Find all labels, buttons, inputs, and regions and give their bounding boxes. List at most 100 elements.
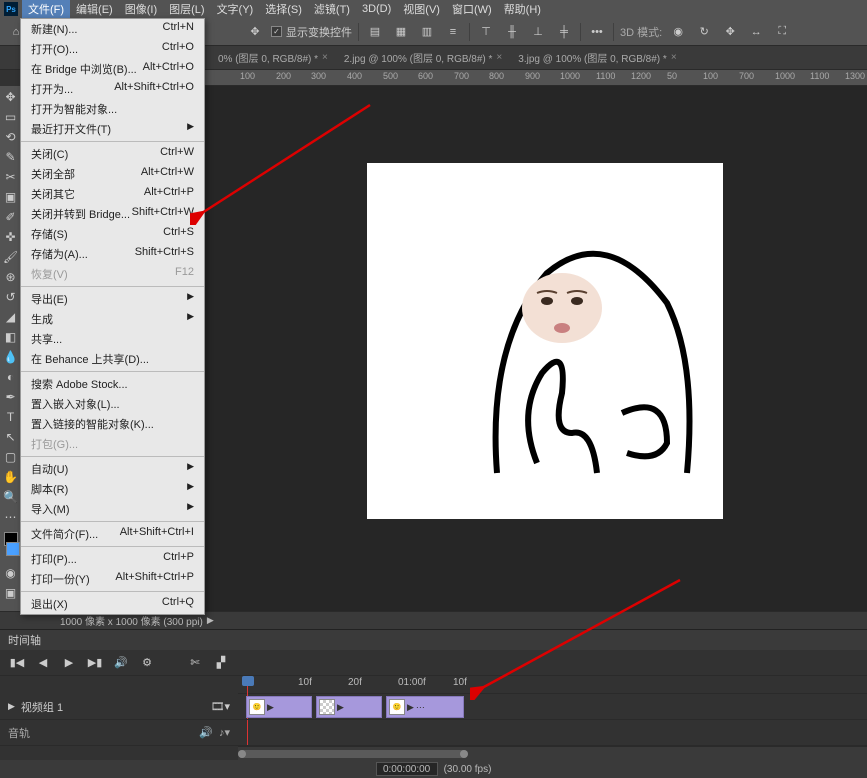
- audio-track-row[interactable]: 音轨 🔊♪▾: [0, 720, 238, 746]
- screenmode-icon[interactable]: ▣: [2, 584, 20, 602]
- menu-type[interactable]: 文字(Y): [211, 0, 260, 19]
- timeline-tab[interactable]: 时间轴: [0, 630, 867, 650]
- 3d-slide-icon[interactable]: ↔: [746, 22, 766, 42]
- 3d-orbit-icon[interactable]: ◉: [668, 22, 688, 42]
- transition-icon[interactable]: ▞: [212, 654, 230, 672]
- align-right-icon[interactable]: ▥: [417, 22, 437, 42]
- menu-item[interactable]: 导入(M)▶: [21, 499, 204, 519]
- show-transform-check[interactable]: ✓显示变换控件: [271, 24, 352, 40]
- 3d-scale-icon[interactable]: ⛶: [772, 22, 792, 42]
- tab-3[interactable]: 3.jpg @ 100% (图层 0, RGB/8#) *×: [510, 46, 684, 69]
- menu-item[interactable]: 新建(N)...Ctrl+N: [21, 19, 204, 39]
- brush-tool-icon[interactable]: 🖌: [2, 248, 20, 266]
- healing-tool-icon[interactable]: ✜: [2, 228, 20, 246]
- menu-item[interactable]: 在 Bridge 中浏览(B)...Alt+Ctrl+O: [21, 59, 204, 79]
- first-frame-icon[interactable]: ▮◀: [8, 654, 26, 672]
- menu-item[interactable]: 关闭其它Alt+Ctrl+P: [21, 184, 204, 204]
- scissors-icon[interactable]: ✄: [186, 654, 204, 672]
- menu-item[interactable]: 文件简介(F)...Alt+Shift+Ctrl+I: [21, 524, 204, 544]
- menu-item[interactable]: 关闭全部Alt+Ctrl+W: [21, 164, 204, 184]
- align-vcenter-icon[interactable]: ╫: [502, 22, 522, 42]
- menu-item[interactable]: 关闭并转到 Bridge...Shift+Ctrl+W: [21, 204, 204, 224]
- align-left-icon[interactable]: ▤: [365, 22, 385, 42]
- filmstrip-icon[interactable]: 🎞▾: [211, 700, 231, 713]
- chevron-right-icon[interactable]: ▶: [407, 702, 414, 713]
- stamp-tool-icon[interactable]: ⊛: [2, 268, 20, 286]
- shape-tool-icon[interactable]: ▢: [2, 448, 20, 466]
- history-brush-tool-icon[interactable]: ↺: [2, 288, 20, 306]
- menu-item[interactable]: 生成▶: [21, 309, 204, 329]
- blur-tool-icon[interactable]: 💧: [2, 348, 20, 366]
- video-track-row[interactable]: ▶ 视频组 1 🎞▾: [0, 694, 238, 720]
- menu-item[interactable]: 导出(E)▶: [21, 289, 204, 309]
- menu-item[interactable]: 退出(X)Ctrl+Q: [21, 594, 204, 614]
- eyedropper-tool-icon[interactable]: ✐: [2, 208, 20, 226]
- menu-item[interactable]: 存储为(A)...Shift+Ctrl+S: [21, 244, 204, 264]
- menu-edit[interactable]: 编辑(E): [70, 0, 119, 19]
- hand-tool-icon[interactable]: ✋: [2, 468, 20, 486]
- menu-help[interactable]: 帮助(H): [498, 0, 547, 19]
- menu-item[interactable]: 最近打开文件(T)▶: [21, 119, 204, 139]
- timeline-lanes[interactable]: 🙂▶ ▶ 🙂▶⋯: [238, 694, 867, 746]
- menu-item[interactable]: 打开为...Alt+Shift+Ctrl+O: [21, 79, 204, 99]
- close-icon[interactable]: ×: [322, 52, 328, 63]
- menu-item[interactable]: 在 Behance 上共享(D)...: [21, 349, 204, 369]
- close-icon[interactable]: ×: [671, 52, 677, 63]
- move-tool-preset-icon[interactable]: ✥: [245, 22, 265, 42]
- audio-mute-icon[interactable]: 🔊: [112, 654, 130, 672]
- canvas[interactable]: [367, 163, 723, 519]
- pen-tool-icon[interactable]: ✒: [2, 388, 20, 406]
- quickmask-icon[interactable]: ◉: [2, 564, 20, 582]
- path-select-tool-icon[interactable]: ↖: [2, 428, 20, 446]
- crop-tool-icon[interactable]: ✂: [2, 168, 20, 186]
- distribute-icon[interactable]: ≡: [443, 22, 463, 42]
- menu-item[interactable]: 置入嵌入对象(L)...: [21, 394, 204, 414]
- eraser-tool-icon[interactable]: ◢: [2, 308, 20, 326]
- 3d-pan-icon[interactable]: ✥: [720, 22, 740, 42]
- menu-select[interactable]: 选择(S): [259, 0, 308, 19]
- marquee-tool-icon[interactable]: ▭: [2, 108, 20, 126]
- dodge-tool-icon[interactable]: ◐: [2, 368, 20, 386]
- type-tool-icon[interactable]: T: [2, 408, 20, 426]
- next-frame-icon[interactable]: ▶▮: [86, 654, 104, 672]
- clip-2[interactable]: ▶: [316, 696, 382, 718]
- timeline-ruler[interactable]: 10f20f01:00f10f: [238, 676, 867, 694]
- menu-item[interactable]: 打开为智能对象...: [21, 99, 204, 119]
- chevron-right-icon[interactable]: ▶: [207, 615, 214, 626]
- clip-1[interactable]: 🙂▶: [246, 696, 312, 718]
- chevron-right-icon[interactable]: ▶: [337, 702, 344, 713]
- zoom-tool-icon[interactable]: 🔍: [2, 488, 20, 506]
- align-hcenter-icon[interactable]: ╪: [554, 22, 574, 42]
- time-input[interactable]: [376, 762, 438, 776]
- chevron-right-icon[interactable]: ▶: [8, 701, 15, 712]
- menu-item[interactable]: 脚本(R)▶: [21, 479, 204, 499]
- align-center-icon[interactable]: ▦: [391, 22, 411, 42]
- more-icon[interactable]: ⋯: [416, 702, 425, 713]
- quick-select-tool-icon[interactable]: ✎: [2, 148, 20, 166]
- menu-3d[interactable]: 3D(D): [356, 1, 397, 17]
- play-icon[interactable]: ▶: [60, 654, 78, 672]
- lasso-tool-icon[interactable]: ⟲: [2, 128, 20, 146]
- video-lane[interactable]: 🙂▶ ▶ 🙂▶⋯: [238, 694, 867, 720]
- close-icon[interactable]: ×: [496, 52, 502, 63]
- frame-tool-icon[interactable]: ▣: [2, 188, 20, 206]
- menu-filter[interactable]: 滤镜(T): [308, 0, 356, 19]
- align-top-icon[interactable]: ⊤: [476, 22, 496, 42]
- gradient-tool-icon[interactable]: ◧: [2, 328, 20, 346]
- menu-item[interactable]: 搜索 Adobe Stock...: [21, 374, 204, 394]
- background-swatch[interactable]: [6, 542, 20, 556]
- move-tool-icon[interactable]: ✥: [2, 88, 20, 106]
- menu-item[interactable]: 存储(S)Ctrl+S: [21, 224, 204, 244]
- menu-item[interactable]: 置入链接的智能对象(K)...: [21, 414, 204, 434]
- menu-layer[interactable]: 图层(L): [163, 0, 210, 19]
- menu-item[interactable]: 自动(U)▶: [21, 459, 204, 479]
- audio-lane[interactable]: [238, 720, 867, 746]
- 3d-roll-icon[interactable]: ↻: [694, 22, 714, 42]
- menu-item[interactable]: 打开(O)...Ctrl+O: [21, 39, 204, 59]
- clip-3[interactable]: 🙂▶⋯: [386, 696, 464, 718]
- chevron-right-icon[interactable]: ▶: [267, 702, 274, 713]
- menu-item[interactable]: 打印一份(Y)Alt+Shift+Ctrl+P: [21, 569, 204, 589]
- tab-1[interactable]: 0% (图层 0, RGB/8#) *×: [210, 46, 336, 69]
- menu-view[interactable]: 视图(V): [397, 0, 446, 19]
- menu-item[interactable]: 打印(P)...Ctrl+P: [21, 549, 204, 569]
